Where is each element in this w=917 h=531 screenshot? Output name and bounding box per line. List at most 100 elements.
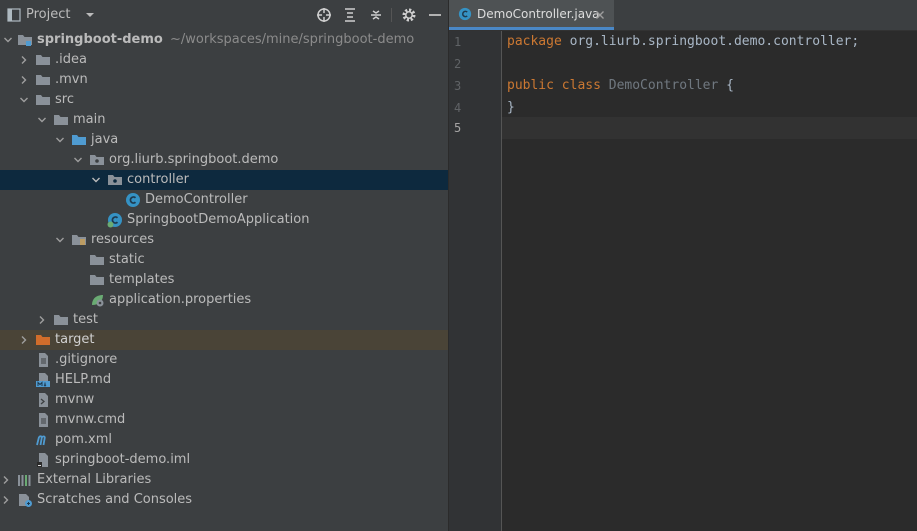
chevron-down-icon[interactable]: [90, 170, 102, 190]
resources-folder-icon: [71, 232, 87, 248]
text-file-icon: [35, 352, 51, 368]
chevron-right-icon[interactable]: [0, 490, 12, 510]
tree-item-target[interactable]: target: [0, 330, 448, 350]
tree-item-label: .gitignore: [55, 352, 118, 367]
tree-item-label: Scratches and Consoles: [37, 492, 193, 507]
text-file-icon: [35, 412, 51, 428]
close-icon[interactable]: [595, 9, 605, 24]
tree-item-label: application.properties: [109, 292, 252, 307]
editor-panel: DemoController.java 1 2 3 4 5 package or…: [449, 0, 917, 531]
chevron-right-icon[interactable]: [18, 50, 30, 70]
collapse-all-icon[interactable]: [366, 5, 386, 25]
libraries-icon: [17, 472, 33, 488]
tree-item-label: static: [109, 252, 145, 267]
tree-item-label: mvnw.cmd: [55, 412, 126, 427]
tree-item-label: DemoController: [145, 192, 248, 207]
tree-item-label: HELP.md: [55, 372, 112, 387]
tree-item-mvnw[interactable]: mvnw: [0, 390, 448, 410]
tree-item-package-root[interactable]: org.liurb.springboot.demo: [0, 150, 448, 170]
package-icon: [107, 172, 123, 188]
tab-label: DemoController.java: [477, 7, 600, 21]
project-view-title[interactable]: Project: [26, 7, 70, 22]
expand-all-icon[interactable]: [340, 5, 360, 25]
tree-item-springbootdemoapplication[interactable]: SpringbootDemoApplication: [0, 210, 448, 230]
toolbar-divider: [391, 8, 392, 22]
folder-icon: [35, 72, 51, 88]
chevron-down-icon[interactable]: [36, 110, 48, 130]
tree-item-mvnw-cmd[interactable]: mvnw.cmd: [0, 410, 448, 430]
class-icon: [125, 192, 141, 208]
folder-icon: [35, 52, 51, 68]
tree-item-controller[interactable]: controller: [0, 170, 448, 190]
tree-item-springboot-demo[interactable]: springboot-demo ~/workspaces/mine/spring…: [0, 30, 448, 50]
keyword-package: package: [507, 34, 562, 49]
tree-item-application-properties[interactable]: application.properties: [0, 290, 448, 310]
tree-item-mvn[interactable]: .mvn: [0, 70, 448, 90]
gear-icon[interactable]: [399, 5, 419, 25]
line-number: 4: [454, 101, 462, 115]
tree-item-templates[interactable]: templates: [0, 270, 448, 290]
tab-democontroller-java[interactable]: DemoController.java: [449, 0, 614, 30]
line-number: 3: [454, 79, 462, 93]
close-brace: }: [507, 100, 515, 115]
locate-icon[interactable]: [314, 5, 334, 25]
tree-item-label: main: [73, 112, 106, 127]
chevron-right-icon[interactable]: [36, 310, 48, 330]
spring-properties-icon: [89, 292, 105, 308]
tree-item-scratches[interactable]: Scratches and Consoles: [0, 490, 448, 510]
scratches-icon: [17, 492, 33, 508]
chevron-down-icon[interactable]: [18, 90, 30, 110]
class-name: DemoController: [600, 78, 719, 93]
tree-item-resources[interactable]: resources: [0, 230, 448, 250]
shell-file-icon: [35, 392, 51, 408]
tree-item-label: resources: [91, 232, 155, 247]
folder-icon: [53, 312, 69, 328]
tree-item-gitignore[interactable]: .gitignore: [0, 350, 448, 370]
code-line-4[interactable]: }: [507, 97, 515, 119]
tree-item-test[interactable]: test: [0, 310, 448, 330]
tree-item-external-libraries[interactable]: External Libraries: [0, 470, 448, 490]
chevron-down-icon[interactable]: [54, 230, 66, 250]
tree-item-label: target: [55, 332, 95, 347]
project-panel: Project springboot-demo ~/workspaces/min…: [0, 0, 448, 531]
tree-item-static[interactable]: static: [0, 250, 448, 270]
code-line-1[interactable]: package org.liurb.springboot.demo.contro…: [507, 31, 859, 53]
chevron-down-icon[interactable]: [80, 5, 100, 25]
tree-item-label: External Libraries: [37, 472, 152, 487]
tree-item-label: templates: [109, 272, 175, 287]
chevron-right-icon[interactable]: [18, 330, 30, 350]
tree-item-src[interactable]: src: [0, 90, 448, 110]
line-number-current: 5: [454, 121, 462, 135]
chevron-right-icon[interactable]: [18, 70, 30, 90]
tree-item-main[interactable]: main: [0, 110, 448, 130]
source-folder-icon: [71, 132, 87, 148]
module-folder-icon: [17, 32, 33, 48]
code-editor[interactable]: package org.liurb.springboot.demo.contro…: [502, 31, 917, 531]
current-line-highlight: [502, 117, 917, 139]
excluded-folder-icon: [35, 332, 51, 348]
keyword-public-class: public class: [507, 78, 601, 93]
package-icon: [89, 152, 105, 168]
folder-icon: [53, 112, 69, 128]
tree-item-iml[interactable]: springboot-demo.iml: [0, 450, 448, 470]
project-tree: springboot-demo ~/workspaces/mine/spring…: [0, 30, 448, 510]
chevron-down-icon[interactable]: [72, 150, 84, 170]
tree-item-label: pom.xml: [55, 432, 112, 447]
tree-item-idea[interactable]: .idea: [0, 50, 448, 70]
line-number: 1: [454, 35, 462, 49]
tree-item-help-md[interactable]: HELP.md: [0, 370, 448, 390]
tree-item-pom-xml[interactable]: pom.xml: [0, 430, 448, 450]
package-name: org.liurb.springboot.demo.controller;: [561, 34, 860, 49]
project-panel-header: Project: [0, 0, 448, 30]
minimize-icon[interactable]: [425, 5, 445, 25]
tree-item-democontroller[interactable]: DemoController: [0, 190, 448, 210]
chevron-down-icon[interactable]: [54, 130, 66, 150]
tree-item-label: test: [73, 312, 98, 327]
code-line-3[interactable]: public class DemoController {: [507, 75, 734, 97]
chevron-right-icon[interactable]: [0, 470, 12, 490]
chevron-down-icon[interactable]: [2, 30, 14, 50]
markdown-file-icon: [35, 372, 51, 388]
tree-item-java[interactable]: java: [0, 130, 448, 150]
open-brace: {: [718, 78, 734, 93]
folder-icon: [35, 92, 51, 108]
